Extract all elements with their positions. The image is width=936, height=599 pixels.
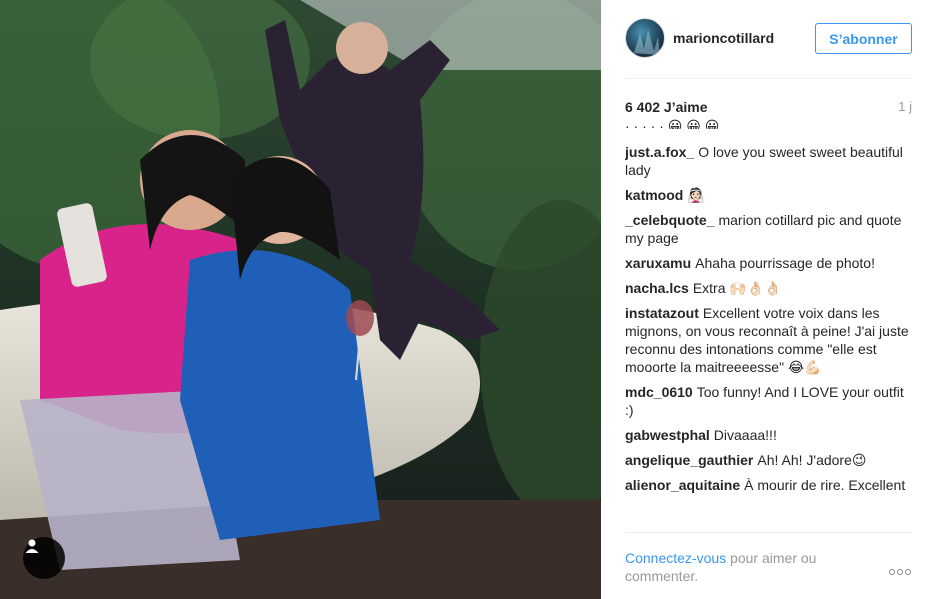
- photo-illustration: [0, 0, 601, 599]
- comment-username[interactable]: gabwestphal: [625, 427, 710, 443]
- post-header: marioncotillard S’abonner: [625, 0, 912, 79]
- post-photo[interactable]: [0, 0, 601, 599]
- post-time[interactable]: 1 j: [898, 99, 912, 114]
- comment-item: nacha.lcs Extra 🙌🏻👌🏻👌🏻: [625, 279, 912, 297]
- avatar-image: [634, 29, 660, 55]
- comments-scroll: · · · · · 😀 😀 😀 just.a.fox_ O love you swe…: [625, 118, 912, 501]
- comment-username[interactable]: just.a.fox_: [625, 144, 694, 160]
- more-options-button[interactable]: [888, 563, 912, 581]
- login-prompt: Connectez-vous pour aimer ou commenter.: [625, 549, 865, 585]
- comment-text: Divaaaa!!!: [713, 427, 777, 443]
- post-footer: Connectez-vous pour aimer ou commenter.: [625, 532, 912, 599]
- comment-text: · · · · · 😀 😀 😀: [625, 118, 720, 129]
- more-options-icon: [888, 568, 912, 576]
- comment-item: xaruxamu Ahaha pourrissage de photo!: [625, 254, 912, 272]
- comment-item: just.a.fox_ O love you sweet sweet beauti…: [625, 143, 912, 179]
- follow-button[interactable]: S’abonner: [815, 23, 912, 54]
- comment-username[interactable]: katmood: [625, 187, 683, 203]
- comment-item: instatazout Excellent votre voix dans les…: [625, 304, 912, 376]
- comment-text: 👰🏻: [687, 187, 705, 203]
- login-link[interactable]: Connectez-vous: [625, 550, 726, 566]
- comment-username[interactable]: nacha.lcs: [625, 280, 689, 296]
- person-tag-icon: [25, 539, 39, 553]
- post-details-panel: marioncotillard S’abonner 6 402 J’aime 1…: [601, 0, 936, 599]
- comment-text: Extra 🙌🏻👌🏻👌🏻: [692, 280, 782, 296]
- comment-username[interactable]: xaruxamu: [625, 255, 691, 271]
- avatar[interactable]: [625, 18, 665, 58]
- comment-username[interactable]: angelique_gauthier: [625, 452, 753, 468]
- comment-item: alienor_aquitaine À mourir de rire. Excel…: [625, 476, 912, 494]
- comment-item: _celebquote_ marion cotillard pic and quo…: [625, 211, 912, 247]
- username-link[interactable]: marioncotillard: [673, 30, 774, 46]
- comment-text: Ahaha pourrissage de photo!: [695, 255, 875, 271]
- comment-item: gabwestphal Divaaaa!!!: [625, 426, 912, 444]
- comment-item: · · · · · 😀 😀 😀: [625, 118, 912, 129]
- comment-text: Ah! Ah! J'adore😉: [757, 452, 867, 468]
- tag-people-button[interactable]: [23, 537, 65, 579]
- comment-username[interactable]: alienor_aquitaine: [625, 477, 740, 493]
- likes-count[interactable]: 6 402 J’aime: [625, 99, 708, 115]
- comment-item: katmood 👰🏻: [625, 186, 912, 204]
- comments-list[interactable]: · · · · · 😀 😀 😀 just.a.fox_ O love you swe…: [625, 118, 912, 518]
- comment-username[interactable]: mdc_0610: [625, 384, 693, 400]
- comment-item: mdc_0610 Too funny! And I LOVE your outfi…: [625, 383, 912, 419]
- comment-username[interactable]: instatazout: [625, 305, 699, 321]
- comment-text: À mourir de rire. Excellent: [744, 477, 906, 493]
- comment-item: angelique_gauthier Ah! Ah! J'adore😉: [625, 451, 912, 469]
- comment-username[interactable]: _celebquote_: [625, 212, 714, 228]
- likes-row: 6 402 J’aime 1 j: [625, 96, 912, 116]
